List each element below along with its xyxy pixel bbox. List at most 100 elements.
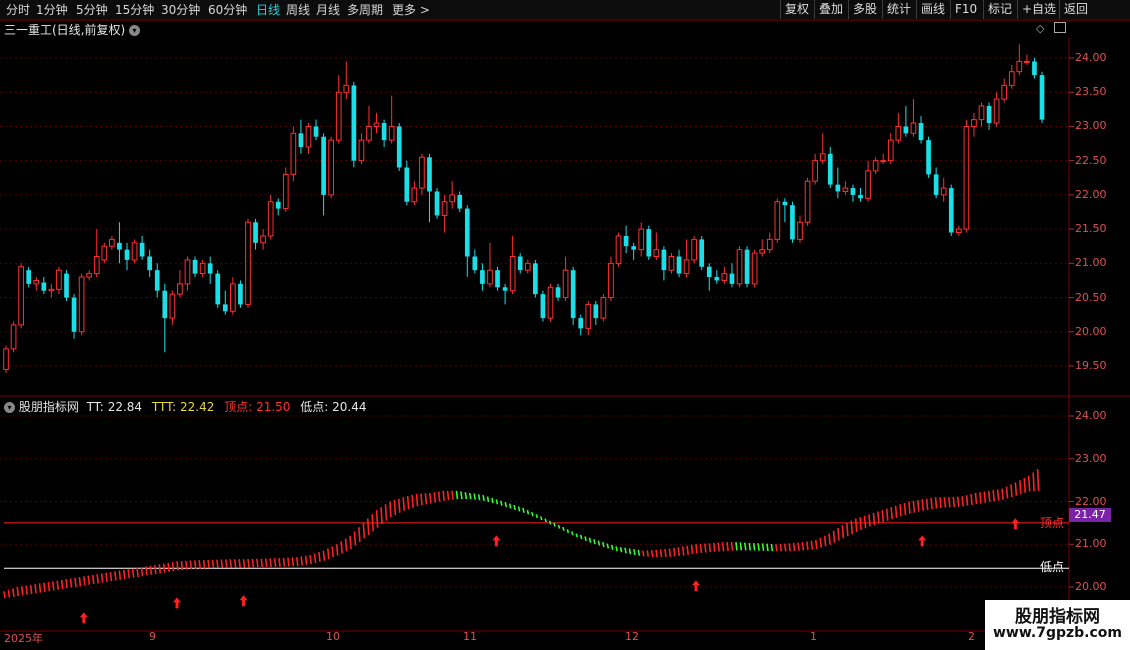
candle-body <box>275 201 281 209</box>
ribbon-stripe <box>109 571 113 582</box>
ribbon-stripe <box>3 591 6 599</box>
candle-body <box>978 105 985 121</box>
ribbon-stripe <box>154 564 157 575</box>
ribbon-stripe <box>690 544 694 555</box>
ribbon-stripe <box>908 501 911 514</box>
ribbon-stripe <box>624 547 627 554</box>
buy-arrow-icon <box>492 535 501 547</box>
candle-body <box>169 293 176 319</box>
candle-body <box>321 136 326 195</box>
candle-body <box>101 245 108 261</box>
ribbon-stripe <box>91 574 95 585</box>
ribbon-stripe <box>167 562 170 572</box>
indicator-tick-label: 22.00 <box>1075 494 1107 508</box>
ribbon-stripe <box>930 497 933 510</box>
ribbon-stripe <box>508 503 512 509</box>
candle-body <box>328 139 335 196</box>
candle-body <box>449 194 456 203</box>
ribbon-stripe <box>579 534 583 540</box>
candle-body <box>1001 84 1008 100</box>
candle-body <box>933 174 939 195</box>
candle-body <box>411 187 418 203</box>
ribbon-stripe <box>939 497 942 509</box>
ribbon-stripe <box>668 548 672 557</box>
ribbon-stripe <box>673 547 676 557</box>
ribbon-stripe <box>131 568 135 578</box>
ribbon-stripe <box>389 501 392 518</box>
candle-body <box>714 277 720 281</box>
ribbon-stripe <box>118 570 122 580</box>
ribbon-stripe <box>748 542 752 551</box>
candle-body <box>555 287 561 298</box>
ribbon-stripe <box>846 522 849 537</box>
price-tick-label: 20.50 <box>1075 290 1107 304</box>
candle-body <box>790 205 795 240</box>
candle-body <box>48 288 55 292</box>
candle-body <box>827 153 833 185</box>
candle-body <box>895 125 902 141</box>
candle-body <box>638 228 645 251</box>
candle-body <box>33 279 40 285</box>
candle-body <box>184 259 191 285</box>
ribbon-stripe <box>1019 480 1022 495</box>
buy-arrow-icon <box>1011 518 1020 530</box>
buy-arrow-icon <box>173 597 181 609</box>
ribbon-stripe <box>641 550 645 557</box>
ribbon-stripe <box>602 541 605 548</box>
ribbon-stripe <box>96 574 99 584</box>
candle-body <box>940 187 947 196</box>
ribbon-stripe <box>868 514 871 527</box>
ribbon-stripe <box>934 497 938 509</box>
ribbon-stripe <box>473 493 476 500</box>
candle-body <box>835 184 841 192</box>
ribbon-stripe <box>854 518 858 533</box>
dropdown-icon[interactable]: ▾ <box>4 402 15 413</box>
candle-body <box>1032 61 1037 76</box>
ribbon-stripe <box>122 569 126 580</box>
watermark-title: 股朋指标网 <box>1015 607 1100 627</box>
ribbon-stripe <box>606 543 610 549</box>
candle-body <box>199 262 206 275</box>
ribbon-stripe <box>464 492 468 500</box>
ribbon-stripe <box>823 535 827 547</box>
candle-body <box>699 239 705 267</box>
ribbon-stripe <box>313 553 317 564</box>
chart-canvas[interactable] <box>0 0 1130 650</box>
candle-body <box>517 256 523 271</box>
candle-body <box>267 201 274 237</box>
ribbon-stripe <box>721 542 725 552</box>
ribbon-stripe <box>318 552 321 562</box>
candle-body <box>78 276 85 333</box>
candle-body <box>10 324 17 350</box>
ribbon-stripe <box>597 540 601 546</box>
candle-body <box>903 126 909 134</box>
candle-body <box>64 273 69 298</box>
ribbon-stripe <box>739 542 743 551</box>
ribbon-stripe <box>1036 468 1040 491</box>
ribbon-stripe <box>970 494 973 506</box>
ribbon-stripe <box>704 543 707 553</box>
indicator-tick-label: 23.00 <box>1075 451 1107 465</box>
ribbon-stripe <box>304 555 308 565</box>
candle-body <box>631 246 636 250</box>
ribbon-stripe <box>744 542 747 551</box>
candle-body <box>736 249 743 285</box>
ribbon-stripe <box>460 491 463 500</box>
x-label-dec: 12 <box>625 630 639 643</box>
candle-body <box>668 255 675 271</box>
low-label: 低点: <box>300 400 329 414</box>
ribbon-stripe <box>264 558 268 568</box>
ribbon-stripe <box>353 531 357 546</box>
ribbon-stripe <box>646 550 649 557</box>
ribbon-stripe <box>358 527 361 543</box>
ribbon-stripe <box>74 577 77 587</box>
low-line-label: 低点 <box>1040 560 1065 574</box>
candle-body <box>162 290 168 319</box>
buy-arrow-icon <box>79 612 88 624</box>
candle-body <box>623 235 629 247</box>
ribbon-stripe <box>531 511 534 517</box>
ribbon-stripe <box>619 546 623 553</box>
ribbon-stripe <box>500 500 503 506</box>
ribbon-stripe <box>522 507 525 513</box>
ribbon-stripe <box>322 550 326 561</box>
